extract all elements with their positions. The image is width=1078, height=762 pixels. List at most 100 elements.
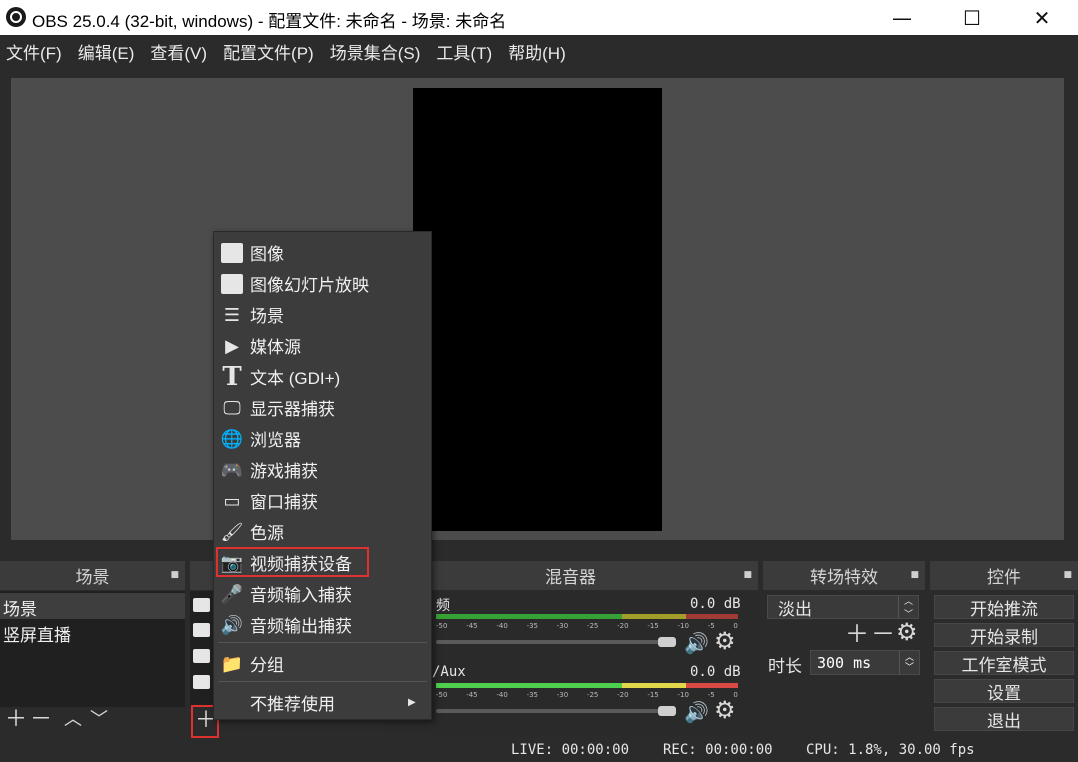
controls-dock-header: 控件 ■ [930,561,1078,590]
menu-item-text-gdi[interactable]: T 文本 (GDI+) [214,361,431,392]
meter-ticks: -50 -45 -40 -35 -30 -25 -20 -15 -10 -5 0 [436,691,738,699]
menu-item-game-capture[interactable]: 🎮 游戏捕获 [214,454,431,485]
dock-float-icon[interactable]: ■ [170,570,179,580]
menu-item-browser[interactable]: 🌐 浏览器 [214,423,431,454]
meter-red [686,683,738,688]
mixer-channel-mic-db: 0.0 dB [690,664,741,680]
exit-button[interactable]: 退出 [934,707,1074,732]
menu-item-image-slideshow[interactable]: 图像幻灯片放映 [214,268,431,299]
mixer-title: 混音器 [545,568,596,588]
volume-slider-track[interactable] [436,640,676,644]
submenu-arrow-icon: ▶ [408,697,416,708]
menu-separator [218,681,427,682]
gear-icon[interactable]: ⚙ [714,629,736,653]
globe-icon: 🌐 [220,428,244,450]
meter-yellow [622,683,686,688]
add-source-context-menu: 图像 图像幻灯片放映 ☰ 场景 ▶ 媒体源 T 文本 (GDI+) 🖵 显示器捕… [213,231,432,720]
transitions-dock-header: 转场特效 ■ [763,561,925,590]
meter-yellow [622,614,686,619]
menu-item-audio-output-capture[interactable]: 🔊 音频输出捕获 [214,609,431,640]
menu-item-audio-input-capture[interactable]: 🎤 音频输入捕获 [214,578,431,609]
title-bar: OBS 25.0.4 (32-bit, windows) - 配置文件: 未命名… [0,0,1078,35]
obs-logo-icon [6,7,26,27]
menu-file[interactable]: 文件(F) [6,39,62,64]
menu-item-media-source[interactable]: ▶ 媒体源 [214,330,431,361]
play-icon: ▶ [225,335,239,357]
menu-item-window-capture[interactable]: ▭ 窗口捕获 [214,485,431,516]
volume-slider-track[interactable] [436,709,676,713]
minimize-button[interactable]: — [867,0,937,35]
move-down-icon[interactable]: ﹀ [90,709,108,731]
meter-green [436,683,622,688]
spinner-icon[interactable]: ︿ ﹀ [899,651,919,674]
status-rec: REC: 00:00:00 [663,742,773,758]
menu-separator [218,642,427,643]
transition-select[interactable]: 淡出 ︿ ﹀ [767,595,919,620]
studio-mode-button[interactable]: 工作室模式 [934,651,1074,676]
menu-help[interactable]: 帮助(H) [508,39,566,64]
scene-item-vertical-live[interactable]: 竖屏直播 [3,621,71,646]
meter-ticks: -50 -45 -40 -35 -30 -25 -20 -15 -10 -5 0 [436,622,738,630]
move-up-icon[interactable]: ︿ [64,709,82,731]
close-button[interactable]: ✕ [1007,0,1077,35]
menu-item-image[interactable]: 图像 [214,237,431,268]
controls-title: 控件 [987,568,1021,588]
menu-item-color-source[interactable]: 🖌 色源 [214,516,431,547]
transition-selected: 淡出 [778,599,812,620]
speaker-icon[interactable]: 🔊 [684,632,709,654]
folder-icon: 📁 [220,653,244,675]
status-bar: LIVE: 00:00:00 REC: 00:00:00 CPU: 1.8%, … [0,740,1078,762]
scene-item-scene[interactable]: 场景 [3,595,37,620]
transitions-title: 转场特效 [810,568,878,588]
duration-value: 300 ms [817,653,872,672]
mixer-dock-header: 混音器 ■ [383,561,758,590]
speaker-icon[interactable]: 🔊 [684,701,709,723]
menu-profile[interactable]: 配置文件(P) [223,39,314,64]
menu-item-group[interactable]: 📁 分组 [214,648,431,679]
menu-item-display-capture[interactable]: 🖵 显示器捕获 [214,392,431,423]
meter-red [686,614,738,619]
status-live: LIVE: 00:00:00 [511,742,630,758]
menu-tools[interactable]: 工具(T) [436,39,492,64]
video-capture-highlight [216,547,369,577]
menu-scene-collection[interactable]: 场景集合(S) [330,39,421,64]
scenes-title: 场景 [75,568,110,588]
image-source-icon-2 [193,623,210,637]
volume-slider-knob[interactable] [658,706,676,716]
start-recording-button[interactable]: 开始录制 [934,623,1074,648]
camera-source-icon [193,649,210,663]
volume-slider-knob[interactable] [658,637,676,647]
dock-float-icon[interactable]: ■ [910,570,919,580]
menu-edit[interactable]: 编辑(E) [78,39,135,64]
mixer-channel-desktop-db: 0.0 dB [690,596,741,612]
window-title: OBS 25.0.4 (32-bit, windows) - 配置文件: 未命名… [32,12,507,31]
dock-float-icon[interactable]: ■ [743,570,752,580]
menu-view[interactable]: 查看(V) [150,39,207,64]
start-streaming-button[interactable]: 开始推流 [934,595,1074,620]
list-icon: ☰ [223,304,241,326]
menu-item-scene[interactable]: ☰ 场景 [214,299,431,330]
chevron-updown-icon: ︿ ﹀ [898,596,918,620]
settings-button[interactable]: 设置 [934,679,1074,704]
image-icon [221,242,243,264]
remove-transition-icon[interactable]: － [871,622,895,646]
meter-green [436,614,622,619]
speaker-icon: 🔊 [220,614,244,636]
microphone-icon: 🎤 [220,583,244,605]
display-source-icon [193,675,210,689]
gear-icon[interactable]: ⚙ [896,620,918,644]
add-transition-icon[interactable]: ＋ [845,622,869,646]
menu-item-deprecated[interactable]: 不推荐使用 ▶ [214,687,431,718]
gear-icon[interactable]: ⚙ [714,698,736,722]
remove-scene-icon[interactable]: － [30,709,52,731]
preview-canvas[interactable] [413,88,662,531]
brush-icon: 🖌 [220,521,244,543]
add-scene-icon[interactable]: ＋ [5,709,27,731]
text-icon: T [222,362,242,392]
gamepad-icon: 🎮 [220,459,244,481]
mixer-channel-mic-name: /Aux [432,664,466,680]
duration-input[interactable]: 300 ms ︿ ﹀ [810,650,920,675]
duration-label: 时长 [768,657,802,677]
maximize-button[interactable]: ☐ [937,0,1007,35]
dock-float-icon[interactable]: ■ [1063,570,1072,580]
